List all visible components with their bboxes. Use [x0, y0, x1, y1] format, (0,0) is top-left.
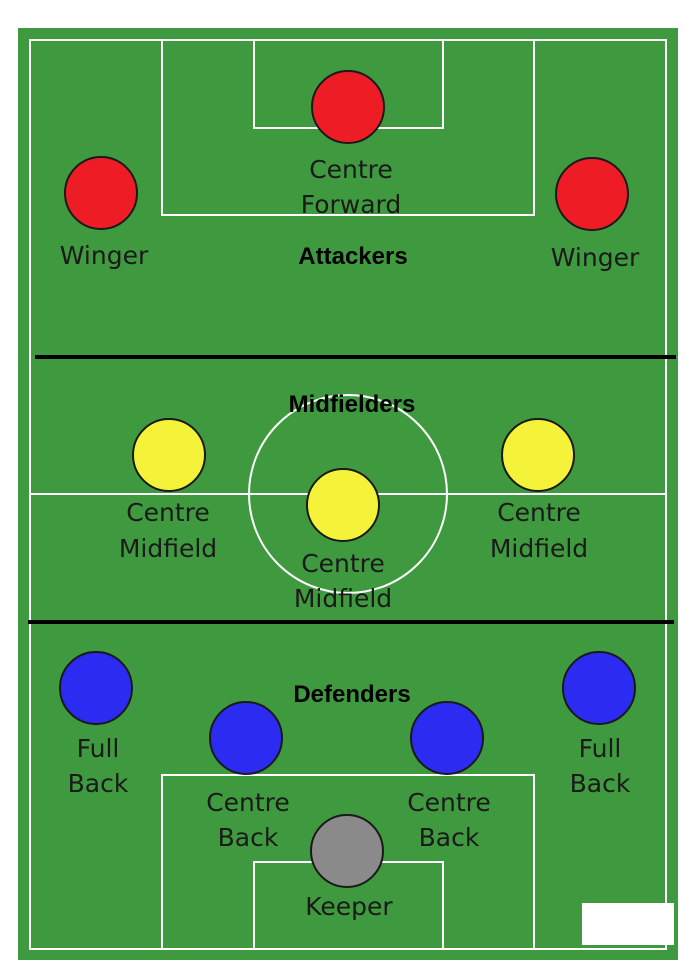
blank-patch — [582, 903, 674, 945]
centre-back-right-label-line1: Centre — [407, 788, 491, 817]
centre-forward-marker — [311, 70, 385, 144]
full-back-left-label-line1: Full — [77, 734, 120, 763]
centre-back-left-label-line1: Centre — [206, 788, 290, 817]
full-back-right-marker — [562, 651, 636, 725]
centre-mid-left-label-line1: Centre — [126, 498, 210, 527]
formation-diagram: Attackers Midfielders Defenders Centre F… — [18, 28, 678, 960]
full-back-right-label-line2: Back — [570, 769, 631, 798]
keeper-marker — [310, 814, 384, 888]
centre-mid-right-marker — [501, 418, 575, 492]
centre-back-right-marker — [410, 701, 484, 775]
centre-mid-left-label-line2: Midfield — [119, 534, 217, 563]
centre-mid-centre-marker — [306, 468, 380, 542]
full-back-left-marker — [59, 651, 133, 725]
attackers-zone-label: Attackers — [298, 243, 407, 270]
full-back-left-label-line2: Back — [68, 769, 129, 798]
right-winger-marker — [555, 157, 629, 231]
centre-mid-right-label-line1: Centre — [497, 498, 581, 527]
centre-forward-label-line2: Forward — [301, 190, 402, 219]
left-winger-marker — [64, 156, 138, 230]
centre-back-right-label-line2: Back — [419, 823, 480, 852]
left-winger-label: Winger — [60, 241, 149, 270]
midfielders-zone-label: Midfielders — [289, 391, 416, 418]
centre-mid-centre-label-line1: Centre — [301, 549, 385, 578]
centre-mid-right-label-line2: Midfield — [490, 534, 588, 563]
centre-forward-label-line1: Centre — [309, 155, 393, 184]
centre-mid-left-marker — [132, 418, 206, 492]
centre-back-left-marker — [209, 701, 283, 775]
centre-back-left-label-line2: Back — [218, 823, 279, 852]
keeper-label: Keeper — [305, 892, 393, 921]
defenders-zone-label: Defenders — [293, 681, 410, 708]
right-winger-label: Winger — [551, 243, 640, 272]
full-back-right-label-line1: Full — [579, 734, 622, 763]
centre-mid-centre-label-line2: Midfield — [294, 584, 392, 613]
